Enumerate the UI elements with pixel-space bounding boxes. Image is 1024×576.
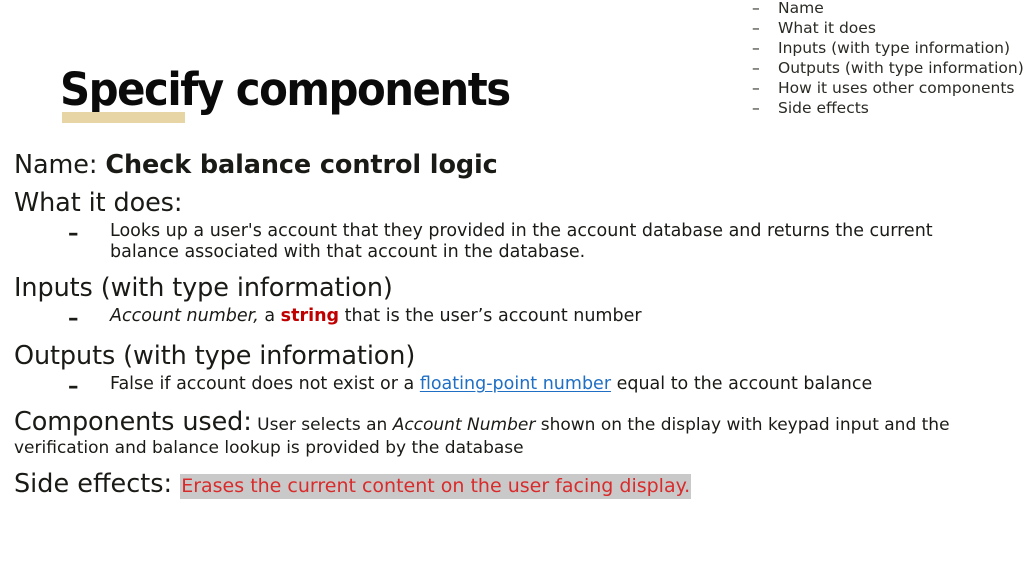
page-title: Specify components — [60, 63, 511, 116]
what-it-does-bullet: – Looks up a user's account that they pr… — [14, 221, 1019, 263]
dash-bullet-icon: – — [68, 221, 79, 245]
dash-bullet-icon: – — [68, 374, 79, 398]
section-name-value: Check balance control logic — [105, 150, 498, 180]
outputs-bullet: – False if account does not exist or a f… — [14, 374, 1019, 399]
reference-list-item-label: Outputs (with type information) — [778, 59, 1024, 77]
reference-list-item: – Inputs (with type information) — [752, 38, 1024, 58]
section-inputs-label: Inputs (with type information) — [14, 273, 393, 303]
inputs-type-keyword: string — [280, 306, 340, 326]
dash-bullet-icon: – — [752, 39, 760, 57]
dash-bullet-icon: – — [752, 19, 760, 37]
inputs-bullet-post: that is the user’s account number — [339, 306, 642, 326]
section-side-effects-label: Side effects: — [14, 469, 173, 499]
inputs-bullet-mid: a — [258, 306, 281, 326]
reference-list-item-label: Name — [778, 0, 824, 17]
outputs-bullet-pre: False if account does not exist or a — [110, 374, 420, 394]
reference-list-item-label: What it does — [778, 19, 876, 37]
reference-list: – Name – What it does – Inputs (with typ… — [752, 0, 1024, 118]
components-used-italic-term: Account Number — [392, 415, 536, 435]
reference-list-item-label: Inputs (with type information) — [778, 39, 1011, 57]
inputs-bullet: – Account number, a string that is the u… — [14, 306, 1019, 331]
dash-bullet-icon: – — [752, 59, 760, 77]
reference-list-item: – What it does — [752, 18, 1024, 38]
slide-root: { "slide": { "title": "Specify component… — [0, 0, 1024, 576]
outputs-bullet-post: equal to the account balance — [611, 374, 873, 394]
inputs-param-name: Account number, — [110, 306, 259, 326]
reference-list-item: – How it uses other components — [752, 78, 1024, 98]
reference-list-item: – Outputs (with type information) — [752, 58, 1024, 78]
section-components-used: Components used: User selects an Account… — [14, 409, 1019, 460]
side-effects-highlighted-text: Erases the current content on the user f… — [180, 474, 692, 499]
components-used-text-pre: User selects an — [251, 415, 393, 435]
section-components-used-label: Components used: — [14, 407, 252, 437]
outputs-bullet-text: False if account does not exist or a flo… — [110, 374, 990, 395]
title-accent-underline — [62, 112, 185, 123]
slide-body: Name: Check balance control logic What i… — [14, 150, 1019, 502]
section-name-label: Name: — [14, 150, 98, 180]
dash-bullet-icon: – — [68, 306, 79, 330]
dash-bullet-icon: – — [752, 79, 760, 97]
dash-bullet-icon: – — [752, 99, 760, 117]
section-name: Name: Check balance control logic — [14, 150, 1019, 181]
section-outputs-label: Outputs (with type information) — [14, 341, 416, 371]
reference-list-item-label: How it uses other components — [778, 79, 1015, 97]
floating-point-number-link[interactable]: floating-point number — [420, 374, 611, 394]
dash-bullet-icon: – — [752, 0, 760, 17]
reference-list-item: – Name — [752, 0, 1024, 18]
section-what-it-does-label: What it does: — [14, 188, 183, 218]
reference-list-item: – Side effects — [752, 98, 1024, 118]
inputs-bullet-text: Account number, a string that is the use… — [110, 306, 990, 327]
slide-title-wrap: Specify components — [60, 64, 544, 116]
section-side-effects: Side effects: Erases the current content… — [14, 469, 1019, 502]
reference-list-item-label: Side effects — [778, 99, 869, 117]
what-it-does-bullet-text: Looks up a user's account that they prov… — [110, 221, 933, 262]
